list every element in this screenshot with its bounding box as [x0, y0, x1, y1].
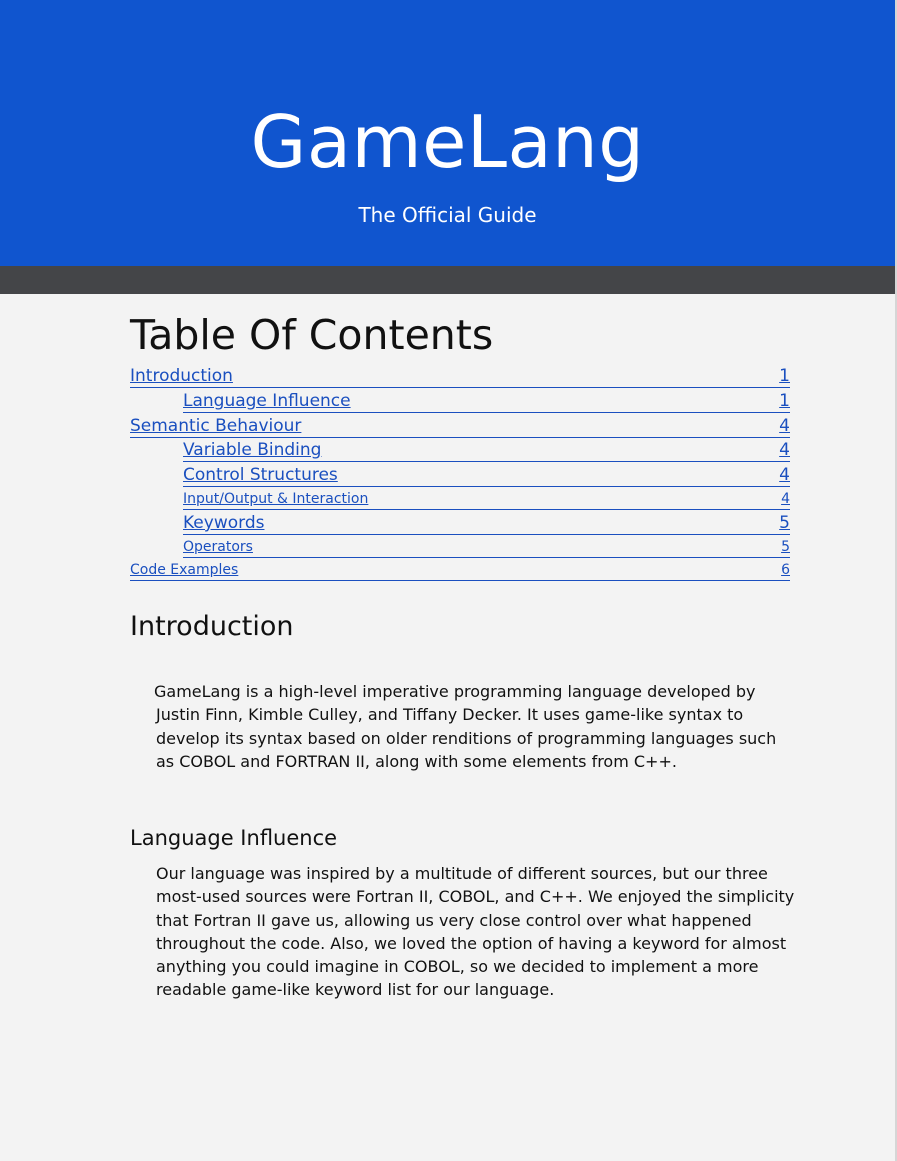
- toc-page-number: 5: [779, 513, 790, 533]
- toc-label: Code Examples: [130, 562, 239, 578]
- toc-link-variable-binding[interactable]: Variable Binding 4: [183, 439, 790, 462]
- toc-page-number: 6: [781, 562, 790, 578]
- toc-page-number: 4: [779, 465, 790, 485]
- toc-page-number: 1: [779, 391, 790, 411]
- document-title: GameLang: [250, 100, 645, 184]
- toc-page-number: 4: [781, 491, 790, 507]
- toc-link-keywords[interactable]: Keywords 5: [183, 512, 790, 535]
- section-heading-introduction: Introduction: [130, 611, 294, 642]
- section-heading-language-influence: Language Influence: [130, 826, 338, 850]
- toc-title: Table Of Contents: [130, 311, 494, 359]
- header-divider-bar: [0, 266, 895, 294]
- toc-page-number: 4: [779, 440, 790, 460]
- toc-link-introduction[interactable]: Introduction 1: [130, 365, 790, 388]
- introduction-paragraph: GameLang is a high-level imperative prog…: [154, 682, 777, 771]
- toc-link-input-output-interaction[interactable]: Input/Output & Interaction 4: [183, 489, 790, 510]
- document-subtitle: The Official Guide: [358, 203, 537, 227]
- toc-page-number: 4: [779, 416, 790, 436]
- toc-label: Operators: [183, 539, 253, 555]
- toc-label: Control Structures: [183, 465, 338, 485]
- toc-label: Variable Binding: [183, 440, 322, 460]
- toc-label: Semantic Behaviour: [130, 416, 302, 436]
- toc-label: Keywords: [183, 513, 265, 533]
- toc-link-semantic-behaviour[interactable]: Semantic Behaviour 4: [130, 415, 790, 438]
- toc-label: Language Influence: [183, 391, 351, 411]
- toc-label: Introduction: [130, 366, 233, 386]
- toc-page-number: 5: [781, 539, 790, 555]
- toc-link-control-structures[interactable]: Control Structures 4: [183, 464, 790, 487]
- toc-link-language-influence[interactable]: Language Influence 1: [183, 390, 790, 413]
- toc-link-code-examples[interactable]: Code Examples 6: [130, 560, 790, 581]
- toc-page-number: 1: [779, 366, 790, 386]
- language-influence-paragraph: Our language was inspired by a multitude…: [156, 864, 795, 1000]
- page-header: GameLang The Official Guide: [0, 0, 895, 266]
- toc-link-operators[interactable]: Operators 5: [183, 537, 790, 558]
- toc-label: Input/Output & Interaction: [183, 491, 369, 507]
